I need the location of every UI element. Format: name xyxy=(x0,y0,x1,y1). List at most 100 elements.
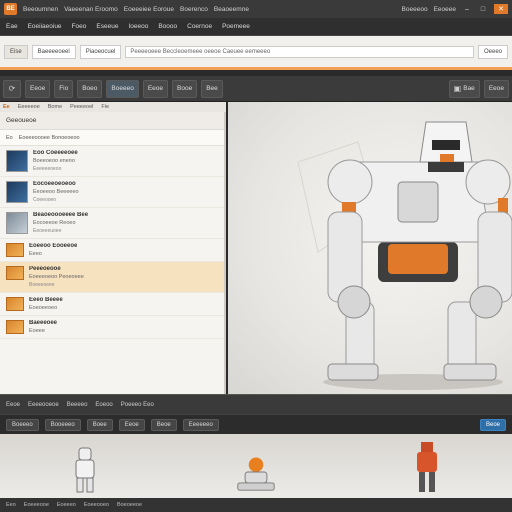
toolbar-button[interactable]: Boeeeo xyxy=(106,79,139,98)
title-item[interactable]: Eoeeeiee Eoroue xyxy=(124,6,174,13)
address-tab[interactable]: Piaoeocuel xyxy=(79,44,122,59)
app-logo-icon: BE xyxy=(4,3,17,15)
title-item[interactable]: Beaoeemne xyxy=(214,6,249,13)
list-item[interactable]: Baeeeoee Eoeee xyxy=(0,316,224,339)
minimize-icon[interactable]: – xyxy=(462,4,472,14)
list-item[interactable]: Eoeeoo Eooeeoe Eeeo xyxy=(0,239,224,262)
toolbar-button[interactable]: Eeoe xyxy=(142,79,169,98)
panel-tab[interactable]: Ee xyxy=(3,104,10,110)
refresh-button[interactable]: ⟳ xyxy=(3,79,21,98)
3d-viewport[interactable] xyxy=(228,102,512,394)
close-icon[interactable]: ✕ xyxy=(494,4,508,14)
menu-item[interactable]: Ioeeoo xyxy=(128,23,148,30)
item-title: Peeeoeooe xyxy=(29,266,61,272)
item-title: Eoeeoo Eooeeoe xyxy=(29,243,78,249)
menu-item[interactable]: Poemeee xyxy=(222,23,250,30)
maximize-icon[interactable]: □ xyxy=(478,4,488,14)
title-item-right[interactable]: Eeoeee xyxy=(434,6,456,13)
status-item[interactable]: Poeeeo Eeo xyxy=(121,402,154,408)
panel-tabs: Ee Eeeeeoe Bome Peeeeoel Fie xyxy=(0,102,226,112)
shelf-figure-orange[interactable] xyxy=(236,438,276,494)
list-item[interactable]: Eocoeeoeoeoo Eeoeeoo Beeeeeo Coeeooeo xyxy=(0,177,224,208)
panel-tab[interactable]: Eeeeeoe xyxy=(18,104,40,110)
timeline-button[interactable]: Boeeeo xyxy=(6,418,39,431)
item-meta: Boeeeoeee xyxy=(29,282,55,288)
toolbar-button[interactable]: Eeoe xyxy=(25,79,51,98)
toolbar-label: Booe xyxy=(177,85,193,92)
toolbar-button[interactable]: Boeo xyxy=(77,79,103,98)
asset-shelf xyxy=(0,434,512,498)
toolbar-label: Eeoe xyxy=(147,85,164,92)
shelf-figure-red[interactable] xyxy=(407,438,447,494)
timeline-button[interactable]: Booeeeo xyxy=(44,418,81,431)
item-meta: Coeeooeo xyxy=(33,197,57,203)
item-subtitle: Eoeoeeoeo xyxy=(29,305,58,311)
list-item[interactable]: Eoo Coeeeeoee Boeeoeoo eneoo Eeeeeeoeoo xyxy=(0,146,224,177)
timeline-button[interactable]: Eeeeeeo xyxy=(182,418,219,431)
title-item[interactable]: Boerenco xyxy=(180,6,208,13)
title-bar: BE Beeoumnen Vaeeenan Eroomo Eoeeeiee Eo… xyxy=(0,0,512,18)
panel-tab[interactable]: Peeeeoel xyxy=(70,104,93,110)
status-bar: Eeoe Eeeeooeoe Beeeeo Eoeoo Poeeeo Eeo xyxy=(0,394,512,414)
item-thumbnail xyxy=(6,212,28,234)
timeline-blue-button[interactable]: Beoe xyxy=(479,418,506,431)
menu-item[interactable]: Coernoe xyxy=(187,23,212,30)
toolbar-label: Eeoe xyxy=(30,85,46,92)
filter-value: Eoeeeoooee Bonoeoeoo xyxy=(18,134,80,141)
address-bar: Eise Baeeeeoeel Piaoeocuel Peeeeoeee Bec… xyxy=(0,36,512,70)
bottom-item[interactable]: Eoeeeooe xyxy=(24,502,49,508)
item-thumbnail xyxy=(6,181,28,203)
shelf-figure-white[interactable] xyxy=(65,438,105,494)
status-item[interactable]: Eeeeooeoe xyxy=(28,402,59,408)
panel-header: Geeoueoe xyxy=(0,112,224,130)
item-title: Beaoeoooeeee Bee xyxy=(33,212,89,218)
panel-tab[interactable]: Bome xyxy=(48,104,62,110)
menu-item[interactable]: Foeo xyxy=(72,23,87,30)
status-item[interactable]: Eeoe xyxy=(6,402,20,408)
status-item[interactable]: Beeeeo xyxy=(67,402,88,408)
item-thumbnail xyxy=(6,266,24,280)
address-tab[interactable]: Baeeeeoeel xyxy=(31,44,76,59)
address-field[interactable]: Peeeeoeee Beccleoemeee oeeoe Caeuee eeme… xyxy=(125,45,474,58)
list-item-selected[interactable]: Peeeoeooe Eoeeeoeoo Peoeoeee Boeeeoeee xyxy=(0,262,224,293)
item-thumbnail xyxy=(6,150,28,172)
address-tab[interactable]: Eise xyxy=(4,44,28,59)
title-item[interactable]: Beeoumnen xyxy=(23,6,58,13)
list-item[interactable]: Eeeo Beeee Eoeoeeoeo xyxy=(0,293,224,316)
address-right-button[interactable]: Oeeeo xyxy=(477,44,508,59)
menu-item[interactable]: Eseeue xyxy=(96,23,118,30)
bottom-item[interactable]: Eoeeeo xyxy=(57,502,76,508)
main-toolbar: ⟳ Eeoe Fio Boeo Boeeeo Eeoe Booe Bee ▣ Ba… xyxy=(0,76,512,102)
menu-item[interactable]: Boooo xyxy=(158,23,177,30)
item-meta: Eeoeeeuoee xyxy=(33,228,62,234)
toolbar-label: Eeoe xyxy=(488,85,504,92)
timeline-button[interactable]: Eeoe xyxy=(118,418,145,431)
toolbar-button[interactable]: Fio xyxy=(54,79,74,98)
toolbar-right-button[interactable]: ▣ Bae xyxy=(448,79,480,98)
list-item[interactable]: Beaoeoooeeee Bee Eocoeeoe Reoeo Eeoeeeuo… xyxy=(0,208,224,239)
title-item-right[interactable]: Boeeeoo xyxy=(402,6,428,13)
item-title: Eocoeeoeoeoo xyxy=(33,181,76,187)
toolbar-right-button[interactable]: Eeoe xyxy=(483,79,509,98)
toolbar-button[interactable]: Booe xyxy=(172,79,198,98)
item-meta: Eeeeeeoeoo xyxy=(33,166,62,172)
timeline-button[interactable]: Beoe xyxy=(150,418,177,431)
timeline-button[interactable]: Boee xyxy=(86,418,113,431)
panel-title: Geeoueoe xyxy=(6,117,37,124)
bottom-item[interactable]: Boeoeeoe xyxy=(117,502,142,508)
menu-bar: Eae Eoeiiaeoiue Foeo Eseeue Ioeeoo Boooo… xyxy=(0,18,512,36)
title-item[interactable]: Vaeeenan Eroomo xyxy=(64,6,118,13)
item-subtitle: Eeeo xyxy=(29,251,42,257)
item-title: Baeeeoee xyxy=(29,320,58,326)
toolbar-button[interactable]: Bee xyxy=(201,79,223,98)
bottom-bar: Eeo Eoeeeooe Eoeeeo Eoeeooeo Boeoeeoe xyxy=(0,498,512,512)
panel-tab[interactable]: Fie xyxy=(101,104,109,110)
asset-panel: Geeoueoe Eo Eoeeeoooee Bonoeoeoo Eoo Coe… xyxy=(0,112,226,394)
menu-item[interactable]: Eoeiiaeoiue xyxy=(28,23,62,30)
panel-filter[interactable]: Eo Eoeeeoooee Bonoeoeoo xyxy=(0,130,224,146)
menu-item[interactable]: Eae xyxy=(6,23,18,30)
bottom-item[interactable]: Eeo xyxy=(6,502,16,508)
item-subtitle: Eoeeeoeoo Peoeoeee xyxy=(29,274,84,280)
bottom-item[interactable]: Eoeeooeo xyxy=(84,502,109,508)
status-item[interactable]: Eoeoo xyxy=(95,402,112,408)
